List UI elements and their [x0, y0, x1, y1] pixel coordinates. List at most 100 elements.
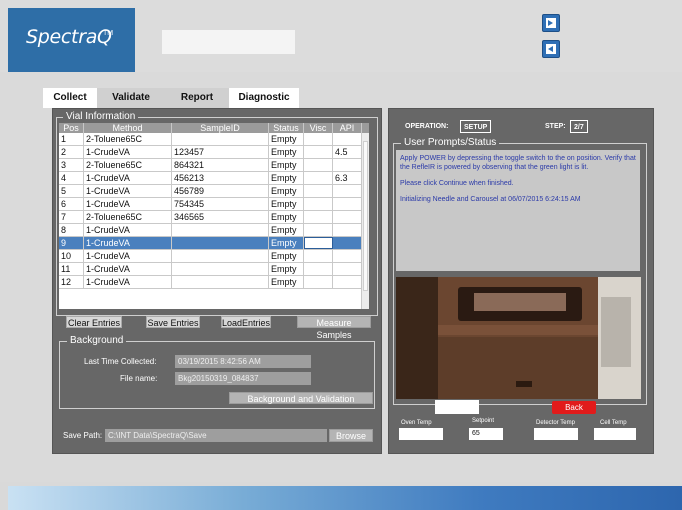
table-row[interactable]: 8 1-CrudeVA Empty: [59, 224, 362, 237]
cell-status[interactable]: Empty: [269, 198, 304, 210]
cell-api[interactable]: [333, 250, 362, 262]
cell-sample-id[interactable]: 864321: [172, 159, 269, 171]
cell-api[interactable]: [333, 198, 362, 210]
cell-sample-id[interactable]: [172, 237, 269, 249]
cell-status[interactable]: Empty: [269, 237, 304, 249]
cell-method[interactable]: 1-CrudeVA: [84, 263, 172, 275]
load-entries-button[interactable]: LoadEntries: [221, 316, 271, 328]
cell-api[interactable]: [333, 276, 362, 288]
cell-status[interactable]: Empty: [269, 250, 304, 262]
col-api[interactable]: API: [333, 123, 362, 133]
cell-sample-id[interactable]: 754345: [172, 198, 269, 210]
cell-method[interactable]: 2-Toluene65C: [84, 211, 172, 223]
col-method[interactable]: Method: [84, 123, 172, 133]
col-visc[interactable]: Visc: [304, 123, 333, 133]
cell-api[interactable]: [333, 159, 362, 171]
table-row[interactable]: 10 1-CrudeVA Empty: [59, 250, 362, 263]
table-row[interactable]: 9 1-CrudeVA Empty: [59, 237, 362, 250]
cell-status[interactable]: Empty: [269, 185, 304, 197]
cell-method[interactable]: 2-Toluene65C: [84, 133, 172, 145]
cell-method[interactable]: 1-CrudeVA: [84, 185, 172, 197]
cell-visc[interactable]: [304, 133, 333, 145]
table-row[interactable]: 3 2-Toluene65C 864321 Empty: [59, 159, 362, 172]
cell-pos[interactable]: 4: [59, 172, 84, 184]
cell-sample-id[interactable]: [172, 224, 269, 236]
cell-pos[interactable]: 9: [59, 237, 84, 249]
cell-sample-id[interactable]: 456789: [172, 185, 269, 197]
cell-visc[interactable]: [304, 198, 333, 210]
cell-api[interactable]: [333, 237, 362, 249]
cell-visc[interactable]: [304, 276, 333, 288]
cell-visc[interactable]: [304, 146, 333, 158]
cell-sample-id[interactable]: 456213: [172, 172, 269, 184]
cell-sample-id[interactable]: [172, 276, 269, 288]
table-scrollbar[interactable]: [361, 133, 369, 309]
background-validation-button[interactable]: Background and Validation: [229, 392, 373, 404]
browse-button[interactable]: Browse: [329, 429, 373, 442]
cell-pos[interactable]: 10: [59, 250, 84, 262]
cell-api[interactable]: 6.3: [333, 172, 362, 184]
cell-method[interactable]: 1-CrudeVA: [84, 146, 172, 158]
cell-visc[interactable]: [304, 211, 333, 223]
cell-method[interactable]: 1-CrudeVA: [84, 276, 172, 288]
cell-api[interactable]: [333, 224, 362, 236]
measure-samples-button[interactable]: Measure Samples: [297, 316, 371, 340]
cell-method[interactable]: 1-CrudeVA: [84, 172, 172, 184]
cell-visc[interactable]: [304, 159, 333, 171]
cell-status[interactable]: Empty: [269, 276, 304, 288]
cell-method[interactable]: 1-CrudeVA: [84, 224, 172, 236]
scrollbar-thumb[interactable]: [363, 141, 368, 291]
cell-sample-id[interactable]: [172, 133, 269, 145]
cell-pos[interactable]: 6: [59, 198, 84, 210]
cell-sample-id[interactable]: 346565: [172, 211, 269, 223]
cell-pos[interactable]: 7: [59, 211, 84, 223]
cell-method[interactable]: 2-Toluene65C: [84, 159, 172, 171]
import-icon[interactable]: [542, 40, 560, 58]
back-button[interactable]: Back: [552, 401, 596, 414]
cell-pos[interactable]: 1: [59, 133, 84, 145]
cell-pos[interactable]: 8: [59, 224, 84, 236]
cell-sample-id[interactable]: [172, 263, 269, 275]
cell-visc[interactable]: [304, 224, 333, 236]
tab-diagnostic[interactable]: Diagnostic: [229, 88, 299, 108]
cell-api[interactable]: [333, 133, 362, 145]
cell-pos[interactable]: 5: [59, 185, 84, 197]
tab-validate[interactable]: Validate: [97, 88, 165, 108]
tab-report[interactable]: Report: [165, 88, 229, 108]
col-sample-id[interactable]: SampleID: [172, 123, 269, 133]
cell-visc[interactable]: [304, 185, 333, 197]
clear-entries-button[interactable]: Clear Entries: [66, 316, 122, 328]
cell-api[interactable]: [333, 211, 362, 223]
table-row[interactable]: 4 1-CrudeVA 456213 Empty 6.3: [59, 172, 362, 185]
cell-method[interactable]: 1-CrudeVA: [84, 250, 172, 262]
table-row[interactable]: 5 1-CrudeVA 456789 Empty: [59, 185, 362, 198]
col-status[interactable]: Status: [269, 123, 304, 133]
cell-pos[interactable]: 12: [59, 276, 84, 288]
table-row[interactable]: 12 1-CrudeVA Empty: [59, 276, 362, 289]
cell-status[interactable]: Empty: [269, 133, 304, 145]
tab-collect[interactable]: Collect: [43, 88, 97, 108]
cell-status[interactable]: Empty: [269, 224, 304, 236]
cell-status[interactable]: Empty: [269, 159, 304, 171]
table-row[interactable]: 1 2-Toluene65C Empty: [59, 133, 362, 146]
col-pos[interactable]: Pos: [59, 123, 84, 133]
setpoint-field[interactable]: 65: [469, 428, 503, 440]
cell-api[interactable]: [333, 263, 362, 275]
cell-status[interactable]: Empty: [269, 263, 304, 275]
cell-sample-id[interactable]: [172, 250, 269, 262]
cell-method[interactable]: 1-CrudeVA: [84, 198, 172, 210]
cell-status[interactable]: Empty: [269, 211, 304, 223]
cell-pos[interactable]: 3: [59, 159, 84, 171]
table-row[interactable]: 7 2-Toluene65C 346565 Empty: [59, 211, 362, 224]
save-entries-button[interactable]: Save Entries: [146, 316, 200, 328]
cell-sample-id[interactable]: 123457: [172, 146, 269, 158]
cell-visc[interactable]: [304, 237, 333, 249]
cell-api[interactable]: [333, 185, 362, 197]
save-path-field[interactable]: C:\INT Data\SpectraQ\Save: [105, 429, 327, 442]
cell-status[interactable]: Empty: [269, 146, 304, 158]
table-row[interactable]: 6 1-CrudeVA 754345 Empty: [59, 198, 362, 211]
cell-method[interactable]: 1-CrudeVA: [84, 237, 172, 249]
table-row[interactable]: 11 1-CrudeVA Empty: [59, 263, 362, 276]
cell-visc[interactable]: [304, 263, 333, 275]
continue-field[interactable]: [435, 400, 479, 414]
